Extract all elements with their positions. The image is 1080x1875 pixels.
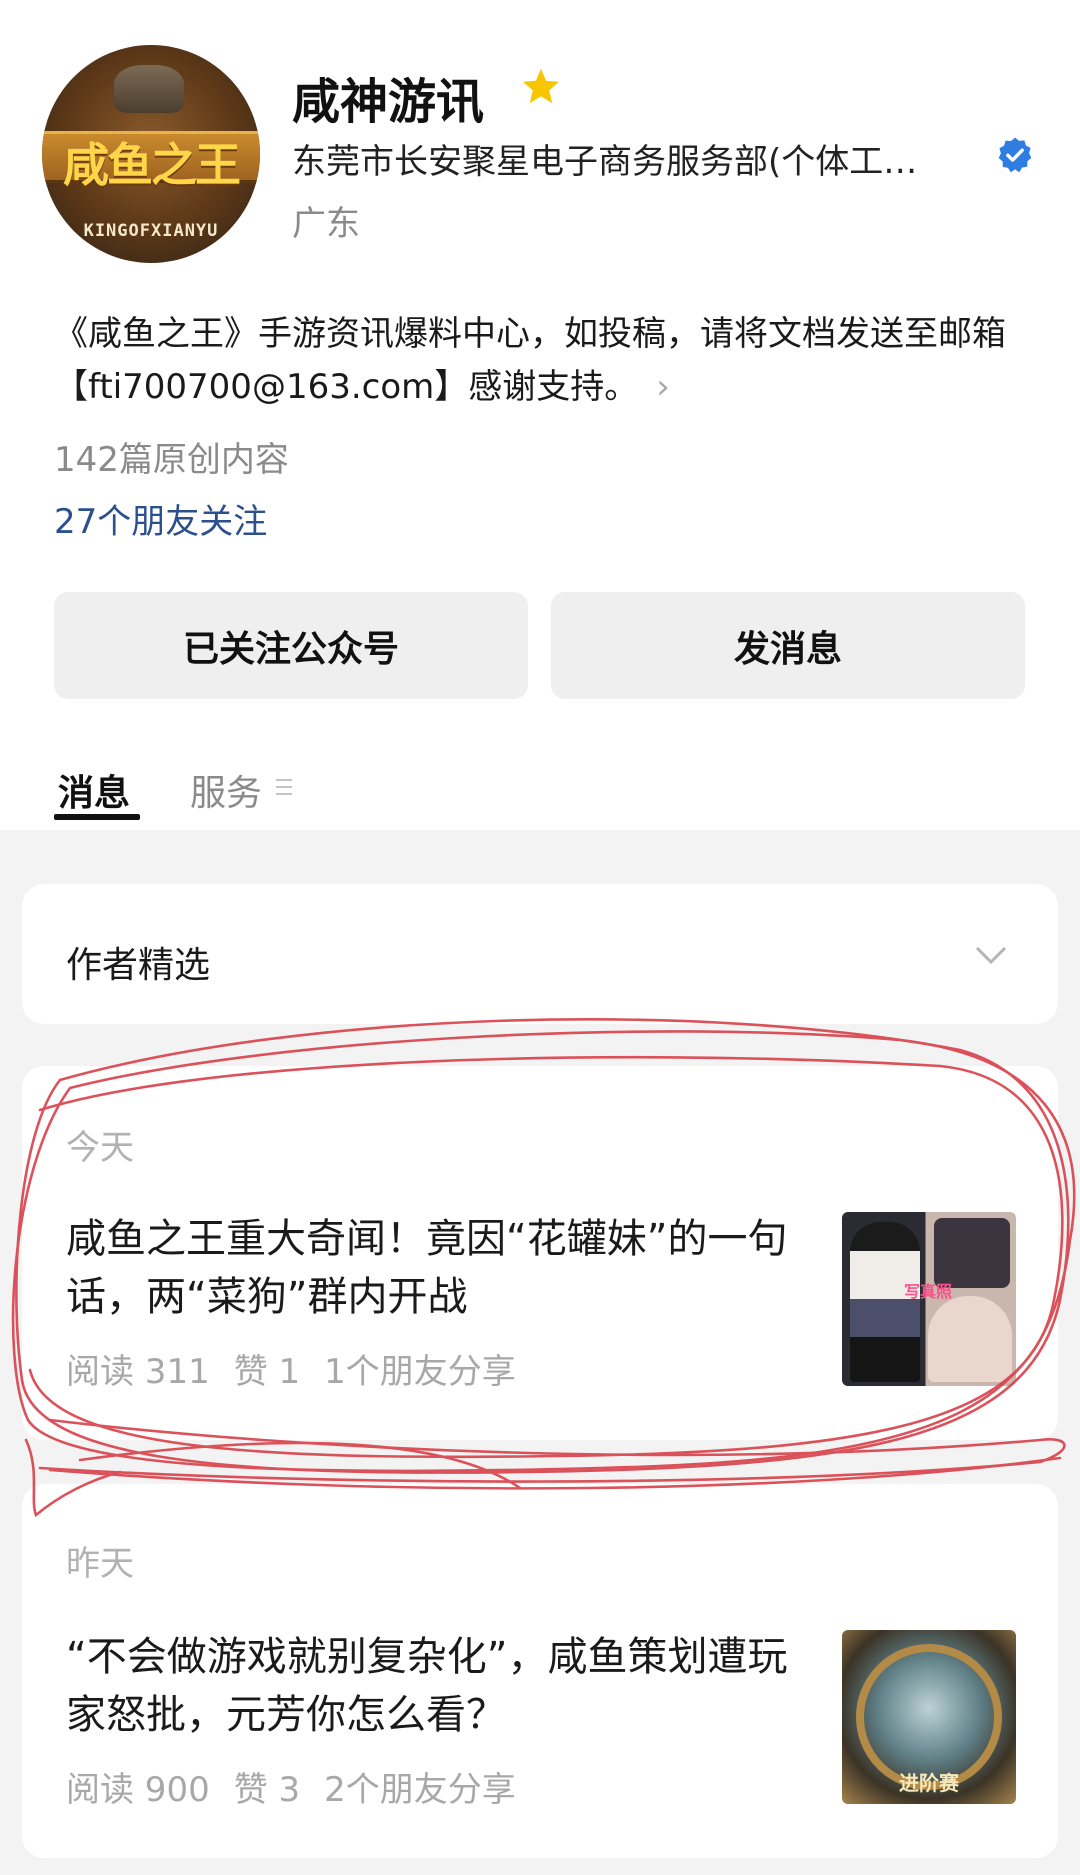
article-shares: 2个朋友分享: [324, 1770, 516, 1810]
article-title[interactable]: 咸鱼之王重大奇闻！竟因“花罐妹”的一句话，两“菜狗”群内开战: [66, 1210, 806, 1326]
active-tab-indicator: [54, 814, 140, 820]
chevron-right-icon: ›: [656, 367, 670, 407]
thumbnail-caption: 进阶赛: [899, 1771, 959, 1795]
article-thumbnail[interactable]: 进阶赛: [842, 1630, 1016, 1804]
article-thumbnail[interactable]: 写真照: [842, 1212, 1016, 1386]
article-reads: 阅读 311: [66, 1352, 210, 1392]
article-likes: 赞 1: [233, 1352, 301, 1392]
article-day-label: 昨天: [66, 1544, 134, 1584]
thumbnail-figure: [928, 1296, 1012, 1382]
tab-messages[interactable]: 消息: [58, 764, 130, 816]
verified-badge-icon: [998, 137, 1032, 173]
article-meta: 阅读 311 赞 1 1个朋友分享: [66, 1344, 540, 1393]
article-reads: 阅读 900: [66, 1770, 210, 1810]
menu-icon[interactable]: [274, 776, 294, 798]
account-avatar[interactable]: 咸鱼之王 KINGOFXIANYU: [42, 45, 260, 263]
account-region: 广东: [292, 204, 360, 244]
friends-following-link[interactable]: 27个朋友关注: [54, 494, 267, 543]
article-shares: 1个朋友分享: [324, 1352, 516, 1392]
company-name[interactable]: 东莞市长安聚星电子商务服务部(个体工…: [292, 134, 917, 183]
tab-services[interactable]: 服务: [190, 764, 262, 816]
article-title[interactable]: “不会做游戏就别复杂化”，咸鱼策划遭玩家怒批，元芳你怎么看？: [66, 1628, 806, 1744]
article-likes: 赞 3: [233, 1770, 301, 1810]
author-selection-label: 作者精选: [66, 945, 211, 986]
account-name: 咸神游讯: [292, 74, 485, 130]
star-icon: [522, 68, 560, 104]
avatar-hat: [114, 65, 184, 113]
send-message-button[interactable]: 发消息: [551, 592, 1025, 699]
avatar-logo-subtext: KINGOFXIANYU: [83, 221, 219, 241]
followed-account-button[interactable]: 已关注公众号: [54, 592, 528, 699]
article-day-label: 今天: [66, 1128, 134, 1168]
article-meta: 阅读 900 赞 3 2个朋友分享: [66, 1762, 540, 1811]
bio-text: 《咸鱼之王》手游资讯爆料中心，如投稿，请将文档发送至邮箱【fti700700@1…: [54, 314, 1006, 407]
chevron-down-icon[interactable]: [974, 944, 1008, 966]
thumbnail-figure: [850, 1222, 920, 1382]
thumbnail-caption: 写真照: [904, 1282, 953, 1301]
account-bio[interactable]: 《咸鱼之王》手游资讯爆料中心，如投稿，请将文档发送至邮箱【fti700700@1…: [54, 308, 1034, 414]
original-content-count: 142篇原创内容: [54, 440, 289, 480]
avatar-logo-text: 咸鱼之王: [63, 138, 241, 192]
